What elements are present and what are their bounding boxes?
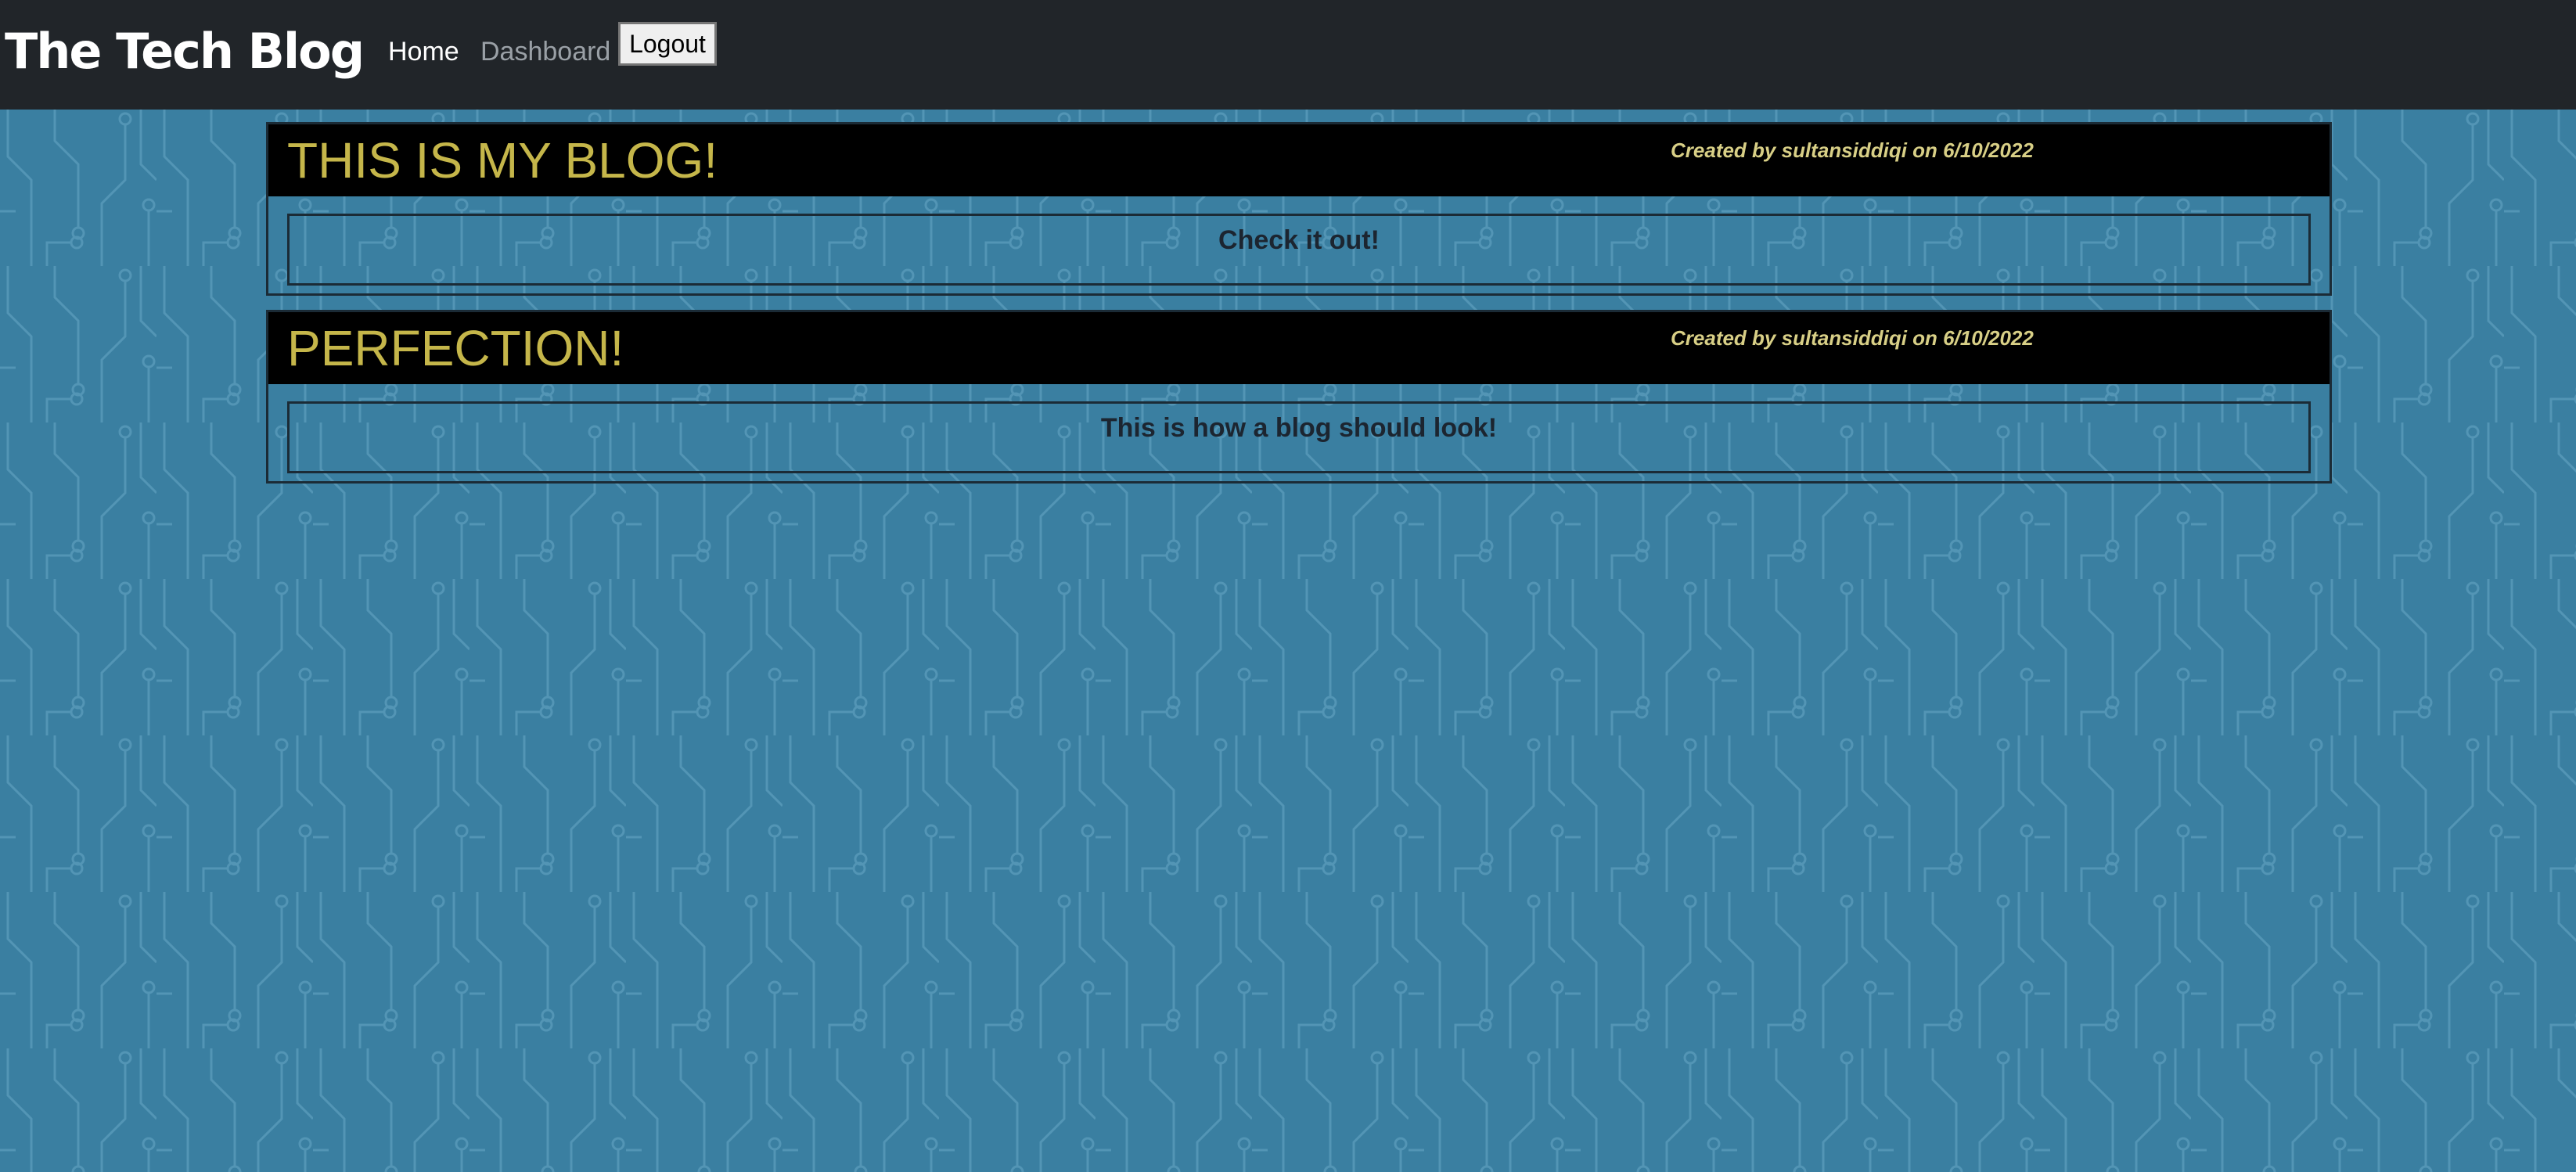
post-header: PERFECTION! Created by sultansiddiqi on … (268, 312, 2330, 384)
logout-button[interactable]: Logout (618, 22, 717, 66)
post-content: This is how a blog should look! (1100, 413, 1498, 443)
nav-link-home[interactable]: Home (388, 33, 459, 70)
site-title[interactable]: The Tech Blog (5, 20, 365, 83)
post-card[interactable]: THIS IS MY BLOG! Created by sultansiddiq… (266, 122, 2332, 296)
post-body: This is how a blog should look! (287, 401, 2311, 473)
post-body: Check it out! (287, 214, 2311, 286)
post-header: THIS IS MY BLOG! Created by sultansiddiq… (268, 124, 2330, 196)
post-meta: Created by sultansiddiqi on 6/10/2022 (1671, 138, 2034, 162)
post-title[interactable]: PERFECTION! (287, 315, 624, 381)
post-list: THIS IS MY BLOG! Created by sultansiddiq… (266, 122, 2332, 498)
navbar: The Tech Blog Home Dashboard Logout (0, 0, 2576, 110)
post-title[interactable]: THIS IS MY BLOG! (287, 128, 718, 193)
post-card[interactable]: PERFECTION! Created by sultansiddiqi on … (266, 310, 2332, 484)
nav-link-dashboard[interactable]: Dashboard (480, 33, 610, 70)
post-content: Check it out! (1218, 225, 1380, 255)
post-meta: Created by sultansiddiqi on 6/10/2022 (1671, 326, 2034, 350)
